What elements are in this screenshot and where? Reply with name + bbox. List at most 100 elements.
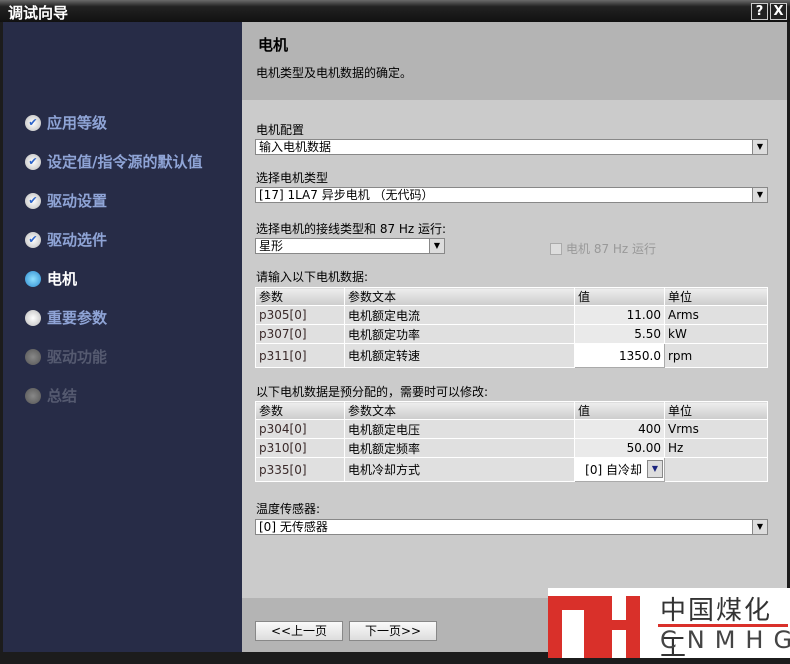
col-text: 参数文本 bbox=[344, 401, 575, 420]
wizard-steps: ✔ 应用等级 ✔ 设定值/指令源的默认值 ✔ 驱动设置 ✔ 驱动选件 电机 重要参数 驱… bbox=[3, 22, 242, 652]
step-label: 驱动选件 bbox=[47, 231, 108, 249]
step-motor[interactable]: 电机 bbox=[25, 268, 77, 289]
step-application-class[interactable]: ✔ 应用等级 bbox=[25, 112, 107, 133]
page-header: 电机 电机类型及电机数据的确定。 bbox=[242, 22, 787, 100]
select-value: [0] 自冷却 bbox=[585, 463, 642, 477]
cooling-select[interactable]: [0] 自冷却 ▼ bbox=[574, 457, 665, 482]
param-value[interactable]: 50.00 bbox=[574, 438, 665, 458]
param-unit: rpm bbox=[664, 343, 768, 368]
motor-form: 电机配置 输入电机数据 ▼ 选择电机类型 [17] 1LA7 异步电机 （无代码）… bbox=[242, 100, 787, 598]
pending-step-icon bbox=[25, 309, 41, 326]
param-unit: kW bbox=[664, 324, 768, 344]
param-value-input[interactable]: 1350.0 bbox=[574, 343, 665, 368]
table-row: p335[0] 电机冷却方式 [0] 自冷却 ▼ bbox=[255, 457, 768, 482]
next-button[interactable]: 下一页>> bbox=[349, 621, 437, 641]
param-unit: Vrms bbox=[664, 419, 768, 439]
param-text: 电机冷却方式 bbox=[344, 457, 575, 482]
select-value: 星形 bbox=[259, 239, 284, 253]
step-label: 驱动设置 bbox=[47, 192, 108, 210]
param-id: p305[0] bbox=[255, 305, 345, 325]
wiring-label: 选择电机的接线类型和 87 Hz 运行: bbox=[256, 222, 447, 236]
dropdown-arrow-icon[interactable]: ▼ bbox=[752, 520, 767, 534]
check-icon: ✔ bbox=[25, 192, 41, 209]
step-label: 设定值/指令源的默认值 bbox=[47, 153, 203, 171]
checkbox-box bbox=[550, 242, 562, 255]
table-row: p304[0] 电机额定电压 400 Vrms bbox=[255, 419, 768, 439]
dropdown-arrow-icon[interactable]: ▼ bbox=[647, 460, 663, 478]
col-unit: 单位 bbox=[664, 287, 768, 306]
temp-sensor-label: 温度传感器: bbox=[256, 502, 321, 516]
motor-config-select[interactable]: 输入电机数据 ▼ bbox=[255, 139, 768, 155]
step-label: 应用等级 bbox=[47, 114, 108, 132]
dropdown-arrow-icon[interactable]: ▼ bbox=[752, 188, 767, 202]
window-title: 调试向导 bbox=[8, 4, 69, 22]
page-subtitle: 电机类型及电机数据的确定。 bbox=[256, 66, 413, 80]
help-button[interactable]: ? bbox=[751, 3, 768, 20]
param-text: 电机额定频率 bbox=[344, 438, 575, 458]
temp-sensor-select[interactable]: [0] 无传感器 ▼ bbox=[255, 519, 768, 535]
step-setpoint-defaults[interactable]: ✔ 设定值/指令源的默认值 bbox=[25, 151, 202, 172]
col-value: 值 bbox=[574, 287, 665, 306]
select-value: [0] 无传感器 bbox=[259, 520, 328, 534]
check-icon: ✔ bbox=[25, 231, 41, 248]
step-label: 重要参数 bbox=[47, 309, 108, 327]
current-step-icon bbox=[25, 270, 41, 287]
dropdown-arrow-icon[interactable]: ▼ bbox=[429, 239, 444, 253]
step-drive-settings[interactable]: ✔ 驱动设置 bbox=[25, 190, 107, 211]
close-button[interactable]: X bbox=[770, 3, 787, 20]
param-value[interactable]: 11.00 bbox=[574, 305, 665, 325]
table-row: p311[0] 电机额定转速 1350.0 rpm bbox=[255, 343, 768, 368]
param-text: 电机额定转速 bbox=[344, 343, 575, 368]
step-important-params[interactable]: 重要参数 bbox=[25, 307, 107, 328]
hz87-checkbox: 电机 87 Hz 运行 bbox=[550, 240, 656, 257]
dropdown-arrow-icon[interactable]: ▼ bbox=[752, 140, 767, 154]
step-drive-functions: 驱动功能 bbox=[25, 346, 107, 367]
motor-config-label: 电机配置 bbox=[256, 123, 305, 137]
param-id: p307[0] bbox=[255, 324, 345, 344]
wiring-select[interactable]: 星形 ▼ bbox=[255, 238, 445, 254]
step-label: 总结 bbox=[47, 387, 78, 405]
prev-button[interactable]: <<上一页 bbox=[255, 621, 343, 641]
page-title: 电机 bbox=[258, 36, 289, 54]
step-summary: 总结 bbox=[25, 385, 77, 406]
param-id: p310[0] bbox=[255, 438, 345, 458]
param-text: 电机额定功率 bbox=[344, 324, 575, 344]
col-param: 参数 bbox=[255, 401, 345, 420]
param-value[interactable]: 5.50 bbox=[574, 324, 665, 344]
col-text: 参数文本 bbox=[344, 287, 575, 306]
select-value: [17] 1LA7 异步电机 （无代码） bbox=[259, 188, 434, 202]
check-icon: ✔ bbox=[25, 114, 41, 131]
step-drive-options[interactable]: ✔ 驱动选件 bbox=[25, 229, 107, 250]
param-value[interactable]: 400 bbox=[574, 419, 665, 439]
hz87-label: 电机 87 Hz 运行 bbox=[566, 242, 657, 256]
table2-label: 以下电机数据是预分配的，需要时可以修改: bbox=[256, 385, 489, 399]
param-id: p311[0] bbox=[255, 343, 345, 368]
table-row: p307[0] 电机额定功率 5.50 kW bbox=[255, 324, 768, 344]
check-icon: ✔ bbox=[25, 153, 41, 170]
step-label: 驱动功能 bbox=[47, 348, 108, 366]
watermark-logo: 中国煤化工 CNMHG bbox=[548, 588, 790, 663]
motor-type-label: 选择电机类型 bbox=[256, 171, 329, 185]
col-unit: 单位 bbox=[664, 401, 768, 420]
select-value: 输入电机数据 bbox=[259, 140, 332, 154]
preassigned-data-table: 参数 参数文本值单位 p304[0] 电机额定电压 400 Vrms p310[0] 电机… bbox=[255, 401, 768, 482]
param-unit bbox=[664, 457, 768, 482]
param-text: 电机额定电压 bbox=[344, 419, 575, 439]
disabled-step-icon bbox=[25, 348, 41, 365]
col-value: 值 bbox=[574, 401, 665, 420]
title-bar: 调试向导 ? X bbox=[0, 0, 790, 22]
step-label: 电机 bbox=[47, 270, 78, 288]
col-param: 参数 bbox=[255, 287, 345, 306]
param-id: p335[0] bbox=[255, 457, 345, 482]
motor-type-select[interactable]: [17] 1LA7 异步电机 （无代码） ▼ bbox=[255, 187, 768, 203]
param-unit: Arms bbox=[664, 305, 768, 325]
table-row: p310[0] 电机额定频率 50.00 Hz bbox=[255, 438, 768, 458]
disabled-step-icon bbox=[25, 387, 41, 404]
param-id: p304[0] bbox=[255, 419, 345, 439]
param-unit: Hz bbox=[664, 438, 768, 458]
watermark-en: CNMHG bbox=[660, 626, 790, 654]
motor-data-table: 参数 参数文本值单位 p305[0] 电机额定电流 11.00 Arms p307[0]… bbox=[255, 287, 768, 368]
table1-label: 请输入以下电机数据: bbox=[256, 270, 369, 284]
param-text: 电机额定电流 bbox=[344, 305, 575, 325]
table-row: p305[0] 电机额定电流 11.00 Arms bbox=[255, 305, 768, 325]
